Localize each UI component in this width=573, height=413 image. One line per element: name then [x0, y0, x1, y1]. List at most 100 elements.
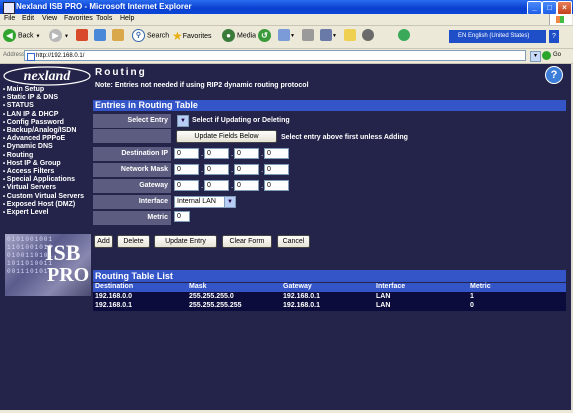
forward-button[interactable]: ▶ ▼ [49, 29, 69, 45]
menu-favorites[interactable]: Favorites [64, 15, 93, 22]
svg-text:nexland: nexland [24, 69, 72, 84]
gateway-octet-4[interactable]: 0 [264, 180, 289, 191]
sidebar-item-access-filters[interactable]: Access Filters [3, 168, 54, 175]
stop-button[interactable] [76, 29, 88, 45]
sidebar-item-main-setup[interactable]: Main Setup [3, 86, 44, 93]
edit-icon [320, 29, 332, 41]
toolbar: ◀ Back ▼ ▶ ▼ ⚲ Search ★Favorites ● Media ↺ ▼… [0, 26, 573, 49]
dest-ip-octet-2[interactable]: 0 [204, 148, 229, 159]
col-metric: Metric [470, 283, 491, 290]
address-input[interactable]: http://192.168.0.1/ [24, 50, 526, 61]
maximize-button[interactable]: □ [542, 1, 557, 15]
back-button[interactable]: ◀ Back ▼ [3, 29, 40, 45]
entries-section-title: Entries in Routing Table [93, 100, 566, 111]
menu-file[interactable]: File [4, 15, 15, 22]
interface-value: Internal LAN [177, 198, 216, 205]
favorites-button[interactable]: ★Favorites [172, 29, 212, 45]
select-entry-dropdown[interactable]: ▼ [177, 115, 189, 127]
badge-pro: PRO [47, 264, 90, 286]
history-icon: ↺ [258, 29, 271, 42]
menu-edit[interactable]: Edit [22, 15, 34, 22]
sidebar-item-host-ip-group[interactable]: Host IP & Group [3, 160, 61, 167]
go-button[interactable]: Go [553, 52, 561, 58]
sidebar-item-config-password[interactable]: Config Password [3, 119, 64, 126]
refresh-button[interactable] [94, 29, 106, 45]
table-cell: LAN [376, 302, 391, 309]
gateway-octet-2[interactable]: 0 [204, 180, 229, 191]
mail-button[interactable]: ▼ [278, 29, 295, 45]
dest-ip-octet-3[interactable]: 0 [234, 148, 259, 159]
dest-ip-octet-1[interactable]: 0 [174, 148, 199, 159]
address-label: Address [3, 52, 26, 58]
sidebar-item-virtual-servers[interactable]: Virtual Servers [3, 184, 56, 191]
sidebar-item-expert-level[interactable]: Expert Level [3, 209, 49, 216]
address-dropdown[interactable]: ▾ [530, 51, 541, 62]
menu-view[interactable]: View [42, 15, 57, 22]
history-button[interactable]: ↺ [258, 29, 273, 45]
menu-tools[interactable]: Tools [96, 15, 112, 22]
sidebar-item-advanced-pppoe[interactable]: Advanced PPPoE [3, 135, 65, 142]
update-fields-button[interactable]: Update Fields Below [176, 130, 277, 143]
sidebar-item-exposed-host-dmz[interactable]: Exposed Host (DMZ) [3, 201, 75, 208]
cancel-button[interactable]: Cancel [277, 235, 310, 248]
gateway-octet-3[interactable]: 0 [234, 180, 259, 191]
windows-logo-icon [549, 14, 572, 25]
language-help-button[interactable]: ? [549, 30, 559, 43]
print-button[interactable] [302, 29, 314, 45]
gateway-octet-1[interactable]: 0 [174, 180, 199, 191]
metric-input[interactable]: 0 [174, 211, 190, 222]
delete-button[interactable]: Delete [117, 235, 150, 248]
table-cell: 255.255.255.255 [189, 302, 242, 309]
sidebar-item-lan-ip-dhcp[interactable]: LAN IP & DHCP [3, 111, 59, 118]
language-bar[interactable]: EN English (United States) [449, 30, 546, 43]
update-fields-hint: Select entry above first unless Adding [281, 134, 408, 141]
discuss-button[interactable] [344, 29, 356, 45]
home-button[interactable] [112, 29, 124, 45]
badge-isb: ISB [45, 240, 81, 265]
routing-table-title: Routing Table List [93, 270, 566, 282]
msn-button[interactable] [398, 29, 410, 45]
search-button[interactable]: ⚲ Search [132, 29, 169, 45]
gateway-label: Gateway [93, 179, 171, 193]
help-icon[interactable]: ? [545, 66, 563, 84]
mask-octet-1[interactable]: 0 [174, 164, 199, 175]
add-button[interactable]: Add [94, 235, 113, 248]
select-entry-hint: Select if Updating or Deleting [192, 117, 290, 124]
sidebar-item-routing[interactable]: Routing [3, 152, 33, 159]
destination-ip-label: Destination IP [93, 147, 171, 161]
home-icon [112, 29, 124, 41]
routing-note: Note: Entries not needed if using RIP2 d… [95, 82, 309, 89]
refresh-icon [94, 29, 106, 41]
close-button[interactable]: × [557, 1, 572, 15]
col-interface: Interface [376, 283, 406, 290]
ie-window-icon [3, 2, 15, 14]
sidebar-item-custom-virtual-servers[interactable]: Custom Virtual Servers [3, 193, 84, 200]
sidebar-item-static-ip-dns[interactable]: Static IP & DNS [3, 94, 58, 101]
sidebar-item-status[interactable]: STATUS [3, 102, 34, 109]
update-entry-button[interactable]: Update Entry [154, 235, 217, 248]
update-row-label [93, 129, 171, 143]
menu-help[interactable]: Help [120, 15, 134, 22]
select-entry-label: Select Entry [93, 114, 171, 128]
clear-form-button[interactable]: Clear Form [222, 235, 272, 248]
sidebar-item-special-applications[interactable]: Special Applications [3, 176, 75, 183]
mask-octet-3[interactable]: 0 [234, 164, 259, 175]
edit-button[interactable]: ▼ [320, 29, 337, 45]
interface-label: Interface [93, 195, 171, 209]
sidebar-item-backup-analog-isdn[interactable]: Backup/Analog/ISDN [3, 127, 77, 134]
interface-select[interactable]: Internal LAN ▼ [174, 196, 236, 208]
table-cell: 0 [470, 302, 474, 309]
mask-octet-2[interactable]: 0 [204, 164, 229, 175]
table-cell: LAN [376, 293, 391, 300]
routing-table-header [93, 283, 566, 292]
address-url: http://192.168.0.1/ [36, 53, 85, 59]
go-arrow-icon[interactable] [542, 51, 551, 60]
minimize-button[interactable]: _ [527, 1, 542, 15]
sidebar-item-dynamic-dns[interactable]: Dynamic DNS [3, 143, 53, 150]
media-button[interactable]: ● Media [222, 29, 256, 45]
dest-ip-octet-4[interactable]: 0 [264, 148, 289, 159]
table-cell: 192.168.0.1 [283, 302, 320, 309]
page-title: Routing [95, 67, 147, 78]
messenger-button[interactable] [362, 29, 374, 45]
mask-octet-4[interactable]: 0 [264, 164, 289, 175]
